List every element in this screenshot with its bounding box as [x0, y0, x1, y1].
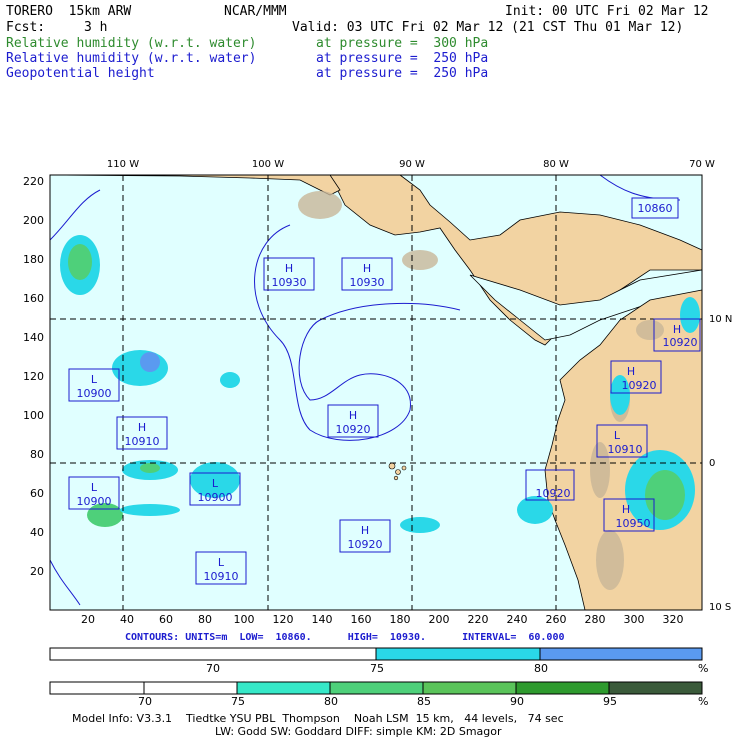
- y-tick: 200: [23, 214, 44, 227]
- colorbar-300-label: 75: [231, 695, 245, 708]
- colorbar-300-label: 70: [138, 695, 152, 708]
- x-tick: 260: [546, 613, 567, 626]
- physics-info-line: LW: Godd SW: Goddard DIFF: simple KM: 2D…: [215, 725, 502, 738]
- x-tick: 240: [507, 613, 528, 626]
- colorbar-250-label: %: [698, 662, 709, 675]
- x-tick: 280: [585, 613, 606, 626]
- y-tick: 120: [23, 370, 44, 383]
- center-value: 10910: [608, 443, 643, 456]
- lon-label: 110 W: [107, 159, 139, 170]
- colorbar-300-segment: [143, 681, 238, 695]
- weather-map: 110 W 100 W 90 W 80 W 70 W 220 200 180 1…: [23, 159, 732, 695]
- center-value: 10900: [77, 387, 112, 400]
- center-type: L: [91, 373, 98, 386]
- colorbar-300-label: 80: [324, 695, 338, 708]
- y-tick: 160: [23, 292, 44, 305]
- center-type: L: [212, 477, 219, 490]
- center-type: H: [363, 262, 371, 275]
- x-tick: 20: [81, 613, 95, 626]
- colorbar-300-label: 85: [417, 695, 431, 708]
- y-tick: 220: [23, 175, 44, 188]
- colorbar-300-segment: [515, 681, 610, 695]
- center-value: 10920: [348, 538, 383, 551]
- colorbar-300-label: 90: [510, 695, 524, 708]
- center-value: 10900: [198, 491, 233, 504]
- colorbar-300hpa: [49, 681, 703, 695]
- y-tick: 80: [30, 448, 44, 461]
- x-tick: 140: [312, 613, 333, 626]
- y-tick: 140: [23, 331, 44, 344]
- center-value: 10930: [272, 276, 307, 289]
- center-value: 10920: [536, 487, 571, 500]
- x-tick: 160: [351, 613, 372, 626]
- lat-label: 0: [709, 458, 715, 469]
- center-type: H: [285, 262, 293, 275]
- x-tick: 220: [468, 613, 489, 626]
- colorbar-300-label: 95: [603, 695, 617, 708]
- center-value: 10920: [663, 336, 698, 349]
- center-type: H: [349, 409, 357, 422]
- x-tick: 200: [429, 613, 450, 626]
- center-value: 10910: [204, 570, 239, 583]
- x-tick: 180: [390, 613, 411, 626]
- colorbar-250-segment: [539, 647, 703, 661]
- center-value: 10900: [77, 495, 112, 508]
- colorbar-300-segment: [49, 681, 145, 695]
- center-type: H: [627, 365, 635, 378]
- colorbar-300-segment: [329, 681, 424, 695]
- center-value: 10910: [125, 435, 160, 448]
- center-value: 10920: [336, 423, 371, 436]
- colorbar-250-label: 70: [206, 662, 220, 675]
- center-type: L: [218, 556, 225, 569]
- x-tick: 60: [159, 613, 173, 626]
- x-tick: 300: [624, 613, 645, 626]
- y-tick: 180: [23, 253, 44, 266]
- lon-label: 90 W: [399, 159, 425, 170]
- colorbar-250-segment: [49, 647, 377, 661]
- y-tick: 100: [23, 409, 44, 422]
- lon-label: 100 W: [252, 159, 284, 170]
- lat-label: 10 N: [709, 314, 732, 325]
- x-tick: 80: [198, 613, 212, 626]
- center-value: 10950: [616, 517, 651, 530]
- center-type: L: [91, 481, 98, 494]
- center-value: 10920: [622, 379, 657, 392]
- x-tick: 100: [234, 613, 255, 626]
- contours-info: CONTOURS: UNITS=m LOW= 10860. HIGH= 1093…: [125, 632, 565, 643]
- y-tick: 20: [30, 565, 44, 578]
- colorbar-250-label: 75: [370, 662, 384, 675]
- y-tick: 60: [30, 487, 44, 500]
- colorbar-250hpa: [49, 647, 703, 661]
- colorbar-300-segment: [608, 681, 703, 695]
- colorbar-300-label: %: [698, 695, 709, 708]
- colorbar-250-label: 80: [534, 662, 548, 675]
- colorbar-300-segment: [422, 681, 517, 695]
- lon-label: 70 W: [689, 159, 715, 170]
- center-value: 10860: [638, 202, 673, 215]
- center-type: H: [673, 323, 681, 336]
- x-tick: 320: [663, 613, 684, 626]
- y-tick: 40: [30, 526, 44, 539]
- x-tick: 40: [120, 613, 134, 626]
- pressure-center-box: 10860: [631, 197, 679, 219]
- lon-label: 80 W: [543, 159, 569, 170]
- x-tick: 120: [273, 613, 294, 626]
- center-type: L: [614, 429, 621, 442]
- center-type: H: [361, 524, 369, 537]
- colorbar-250-segment: [375, 647, 541, 661]
- center-type: H: [622, 503, 630, 516]
- center-type: H: [138, 421, 146, 434]
- lat-label: 10 S: [709, 602, 731, 613]
- center-value: 10930: [350, 276, 385, 289]
- model-info-line: Model Info: V3.3.1 Tiedtke YSU PBL Thomp…: [72, 712, 564, 725]
- colorbar-300-segment: [236, 681, 331, 695]
